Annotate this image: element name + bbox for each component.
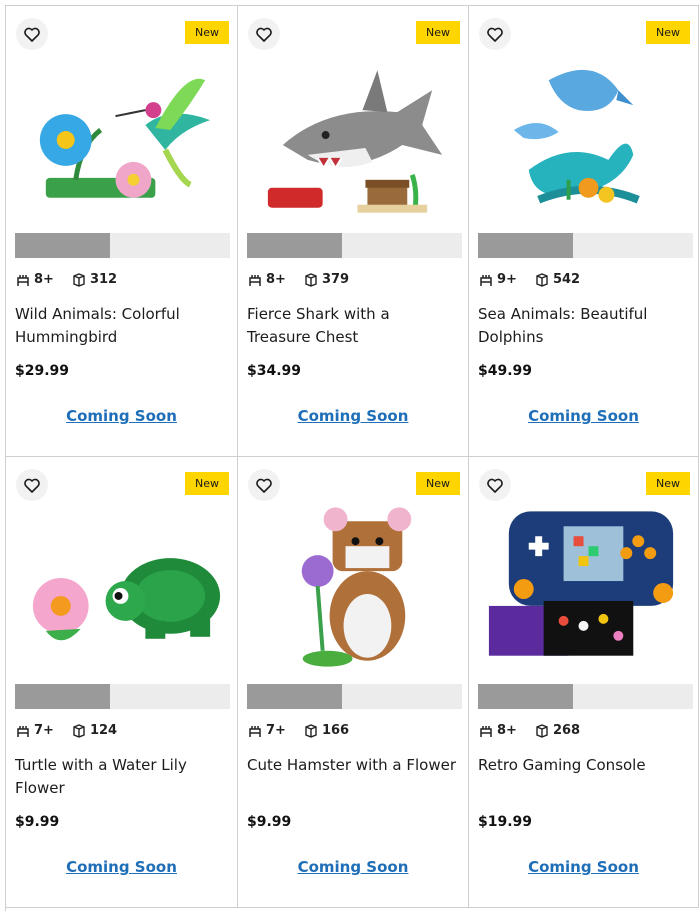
- piece-count: 268: [552, 723, 581, 738]
- product-meta: 7+ 166: [248, 723, 349, 738]
- age-icon: [249, 274, 261, 286]
- gaming-console-image: [488, 511, 674, 656]
- age-range: 7+: [266, 723, 286, 738]
- new-badge: New: [416, 472, 460, 495]
- product-price: $19.99: [478, 814, 533, 830]
- product-meta: 8+ 379: [248, 272, 349, 287]
- heart-icon: [487, 27, 503, 42]
- age-range: 8+: [266, 272, 286, 287]
- shark-image: [267, 70, 443, 213]
- piece-count: 124: [89, 723, 118, 738]
- dolphins-image: [513, 69, 640, 204]
- product-name[interactable]: Retro Gaming Console: [478, 754, 686, 777]
- product-name[interactable]: Sea Animals: Beautiful Dolphins: [478, 303, 686, 349]
- product-card[interactable]: New 8+ 312 Wild Animals: Colorful Hummin…: [6, 6, 238, 457]
- product-image[interactable]: [6, 50, 237, 226]
- coming-soon-link[interactable]: Coming Soon: [238, 858, 468, 876]
- wishlist-button[interactable]: [16, 18, 48, 50]
- new-badge: New: [185, 21, 229, 44]
- product-meta: 8+ 312: [16, 272, 117, 287]
- product-name[interactable]: Cute Hamster with a Flower: [247, 754, 456, 777]
- piece-count: 542: [552, 272, 581, 287]
- rating-bar-fill: [247, 233, 342, 258]
- age-icon: [17, 274, 29, 286]
- turtle-image: [32, 558, 221, 641]
- product-image[interactable]: [238, 501, 468, 677]
- coming-soon-link[interactable]: Coming Soon: [469, 407, 698, 425]
- product-image[interactable]: [469, 50, 698, 226]
- hummingbird-image: [39, 78, 211, 198]
- rating-bar: [478, 684, 693, 709]
- new-badge: New: [646, 472, 690, 495]
- coming-soon-link[interactable]: Coming Soon: [6, 858, 237, 876]
- coming-soon-link[interactable]: Coming Soon: [238, 407, 468, 425]
- product-grid: New 8+ 312 Wild Animals: Colorful Hummin…: [5, 5, 699, 911]
- brick-icon: [536, 724, 548, 738]
- piece-count: 312: [89, 272, 118, 287]
- product-card[interactable]: New 7+ 166 Cute Hamster with a Flower $9…: [238, 457, 469, 908]
- product-image[interactable]: [6, 501, 237, 677]
- product-image[interactable]: [469, 501, 698, 677]
- product-price: $29.99: [15, 363, 70, 379]
- heart-icon: [24, 27, 40, 42]
- new-badge: New: [185, 472, 229, 495]
- brick-icon: [305, 724, 317, 738]
- product-card[interactable]: New 7+ 124 Turtle with a Water Lily Flow…: [6, 457, 238, 908]
- age-icon: [480, 274, 492, 286]
- brick-icon: [536, 273, 548, 287]
- rating-bar-fill: [247, 684, 342, 709]
- wishlist-button[interactable]: [479, 469, 511, 501]
- rating-bar-fill: [15, 684, 110, 709]
- age-range: 8+: [497, 723, 517, 738]
- product-meta: 8+ 268: [479, 723, 580, 738]
- product-price: $9.99: [15, 814, 60, 830]
- age-range: 8+: [34, 272, 54, 287]
- heart-icon: [256, 478, 272, 493]
- coming-soon-link[interactable]: Coming Soon: [469, 858, 698, 876]
- product-price: $9.99: [247, 814, 292, 830]
- age-range: 7+: [34, 723, 54, 738]
- age-icon: [249, 725, 261, 737]
- rating-bar: [478, 233, 693, 258]
- rating-bar: [15, 684, 230, 709]
- new-badge: New: [416, 21, 460, 44]
- product-card[interactable]: New 8+ 268 Retro Gaming Console $19.99 C…: [469, 457, 699, 908]
- brick-icon: [73, 273, 85, 287]
- product-meta: 7+ 124: [16, 723, 117, 738]
- new-badge: New: [646, 21, 690, 44]
- product-price: $34.99: [247, 363, 302, 379]
- age-icon: [480, 725, 492, 737]
- heart-icon: [256, 27, 272, 42]
- heart-icon: [487, 478, 503, 493]
- rating-bar: [247, 684, 462, 709]
- age-icon: [17, 725, 29, 737]
- product-price: $49.99: [478, 363, 533, 379]
- piece-count: 166: [321, 723, 350, 738]
- age-range: 9+: [497, 272, 517, 287]
- wishlist-button[interactable]: [248, 469, 280, 501]
- coming-soon-link[interactable]: Coming Soon: [6, 407, 237, 425]
- product-name[interactable]: Wild Animals: Colorful Hummingbird: [15, 303, 225, 349]
- rating-bar-fill: [478, 233, 573, 258]
- wishlist-button[interactable]: [479, 18, 511, 50]
- rating-bar-fill: [15, 233, 110, 258]
- rating-bar-fill: [478, 684, 573, 709]
- product-meta: 9+ 542: [479, 272, 580, 287]
- brick-icon: [73, 724, 85, 738]
- product-card[interactable]: New 8+ 379 Fierce Shark with a Treasure …: [238, 6, 469, 457]
- wishlist-button[interactable]: [16, 469, 48, 501]
- piece-count: 379: [321, 272, 350, 287]
- product-name[interactable]: Turtle with a Water Lily Flower: [15, 754, 225, 800]
- heart-icon: [24, 478, 40, 493]
- product-name[interactable]: Fierce Shark with a Treasure Chest: [247, 303, 456, 349]
- hamster-image: [301, 507, 412, 667]
- wishlist-button[interactable]: [248, 18, 280, 50]
- rating-bar: [247, 233, 462, 258]
- brick-icon: [305, 273, 317, 287]
- rating-bar: [15, 233, 230, 258]
- product-image[interactable]: [238, 50, 468, 226]
- product-card[interactable]: New 9+ 542 Sea Animals: Beautiful Dolphi…: [469, 6, 699, 457]
